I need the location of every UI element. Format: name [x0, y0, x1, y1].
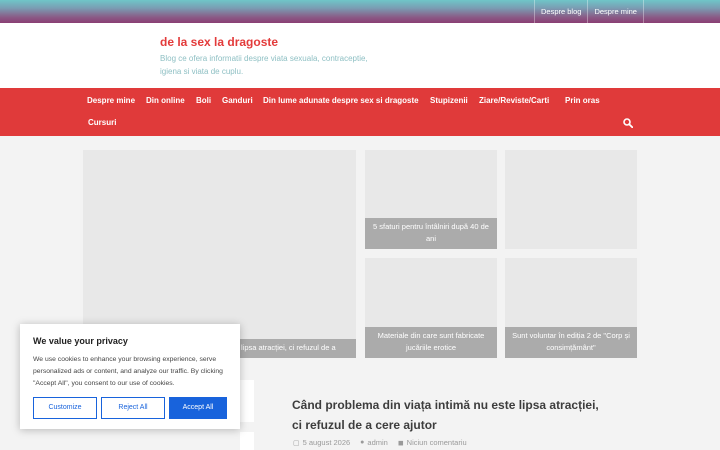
comment-icon: ◼	[397, 439, 404, 447]
nav-item-din-lume[interactable]: Din lume adunate despre sex si dragoste	[263, 96, 419, 105]
nav-item-cursuri[interactable]: Cursuri	[88, 118, 116, 127]
nav-item-prin-oras[interactable]: Prin oras	[565, 96, 600, 105]
top-links: Despre blog Despre mine	[534, 0, 644, 23]
cookie-title: We value your privacy	[33, 336, 128, 346]
cookie-banner: We value your privacy We use cookies to …	[20, 324, 240, 429]
post-comments[interactable]: Niciun comentariu	[407, 438, 467, 447]
calendar-icon: ▢	[293, 439, 300, 447]
featured-caption: 5 sfaturi pentru întâlniri după 40 de an…	[365, 218, 497, 249]
cookie-text: We use cookies to enhance your browsing …	[33, 356, 223, 387]
top-link-despre-blog[interactable]: Despre blog	[534, 0, 587, 23]
post-title[interactable]: Când problema din viața intimă nu este l…	[292, 395, 612, 435]
site-title[interactable]: de la sex la dragoste	[160, 35, 278, 49]
featured-tile[interactable]: 5 sfaturi pentru întâlniri după 40 de an…	[365, 150, 497, 249]
reject-all-button[interactable]: Reject All	[101, 397, 165, 419]
nav-item-despre-mine[interactable]: Despre mine	[87, 96, 135, 105]
customize-button[interactable]: Customize	[33, 397, 97, 419]
post-author[interactable]: admin	[367, 438, 387, 447]
main-nav: Despre mine Din online Boli Ganduri Din …	[0, 88, 720, 136]
featured-tile[interactable]: Materiale din care sunt fabricate jucări…	[365, 258, 497, 358]
site-tagline: Blog ce ofera informatii despre viata se…	[160, 54, 368, 76]
nav-item-boli[interactable]: Boli	[196, 96, 211, 105]
nav-item-ganduri[interactable]: Ganduri	[222, 96, 253, 105]
post-thumbnail[interactable]	[240, 380, 254, 422]
featured-caption: Sunt voluntar în ediția 2 de "Corp și co…	[505, 327, 637, 358]
top-link-despre-mine[interactable]: Despre mine	[587, 0, 644, 23]
featured-tile[interactable]	[505, 150, 637, 249]
post-meta: ▢ 5 august 2026 ● admin ◼ Niciun comenta…	[293, 438, 467, 447]
search-icon[interactable]	[623, 118, 633, 128]
post-thumbnail[interactable]	[240, 432, 254, 450]
site-header: de la sex la dragoste Blog ce ofera info…	[0, 23, 720, 88]
top-bar: Despre blog Despre mine	[0, 0, 720, 23]
featured-tile[interactable]: Sunt voluntar în ediția 2 de "Corp și co…	[505, 258, 637, 358]
nav-item-din-online[interactable]: Din online	[146, 96, 185, 105]
user-icon: ●	[360, 439, 365, 446]
nav-item-ziare[interactable]: Ziare/Reviste/Carti	[479, 96, 549, 105]
nav-item-stupizenii[interactable]: Stupizenii	[430, 96, 468, 105]
post-date[interactable]: 5 august 2026	[303, 438, 351, 447]
accept-all-button[interactable]: Accept All	[169, 397, 227, 419]
featured-caption: Materiale din care sunt fabricate jucări…	[365, 327, 497, 358]
